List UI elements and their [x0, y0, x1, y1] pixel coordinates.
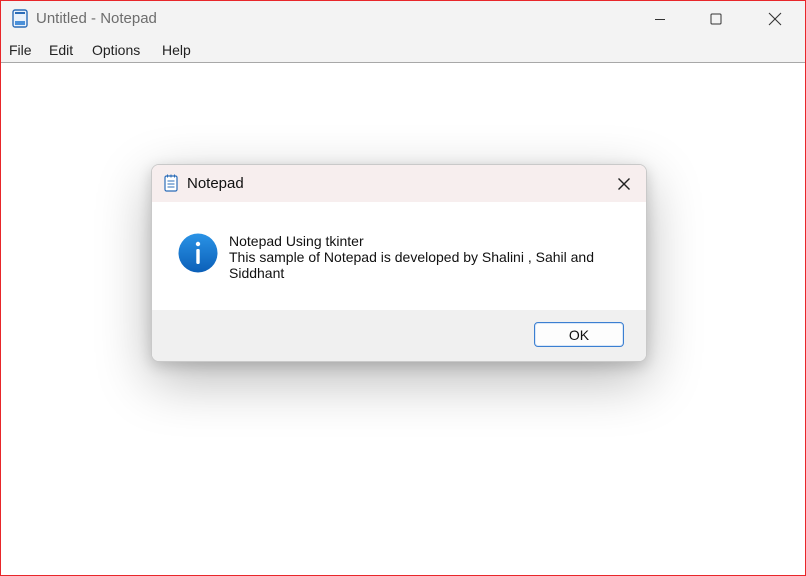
menu-edit[interactable]: Edit — [49, 42, 73, 58]
title-bar[interactable]: Untitled - Notepad — [1, 1, 805, 37]
dialog-body: Notepad Using tkinter This sample of Not… — [152, 202, 646, 310]
menu-file[interactable]: File — [9, 42, 32, 58]
notepad-app-icon — [12, 9, 28, 28]
ok-button[interactable]: OK — [534, 322, 624, 347]
close-window-button[interactable] — [752, 1, 798, 37]
dialog-message: Notepad Using tkinter This sample of Not… — [229, 233, 629, 281]
menu-help[interactable]: Help — [162, 42, 191, 58]
dialog-title: Notepad — [187, 175, 244, 192]
menu-options[interactable]: Options — [92, 42, 140, 58]
minimize-icon — [655, 19, 665, 20]
maximize-button[interactable] — [693, 1, 739, 37]
maximize-icon — [710, 13, 722, 25]
dialog-close-button[interactable] — [602, 165, 646, 202]
window-title: Untitled - Notepad — [36, 10, 157, 27]
info-icon — [178, 233, 218, 273]
close-icon — [618, 177, 630, 190]
dialog-footer: OK — [152, 310, 646, 361]
dialog-title-bar[interactable]: Notepad — [152, 165, 646, 202]
notepad-dialog-icon — [164, 174, 178, 192]
close-icon — [768, 12, 782, 26]
message-title: Notepad Using tkinter — [229, 233, 364, 249]
menu-bar: File Edit Options Help — [1, 37, 805, 63]
minimize-button[interactable] — [637, 1, 683, 37]
info-dialog: Notepad Notepad Using tkinter This sampl… — [151, 164, 647, 362]
message-body: This sample of Notepad is developed by S… — [229, 249, 594, 281]
